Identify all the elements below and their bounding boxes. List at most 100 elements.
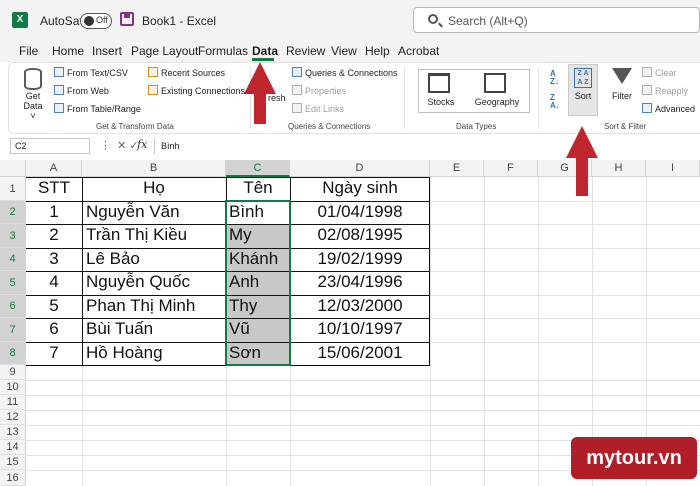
from-text-csv-button[interactable]: From Text/CSV xyxy=(54,67,128,78)
table-cell[interactable]: 23/04/1996 xyxy=(290,272,430,292)
recent-sources-button[interactable]: Recent Sources xyxy=(148,67,225,78)
table-cell[interactable]: 02/08/1995 xyxy=(290,225,430,245)
row-header-3[interactable]: 3 xyxy=(0,224,26,248)
table-cell[interactable]: Nguyễn Quốc xyxy=(86,272,226,292)
tab-file[interactable]: File xyxy=(19,44,38,58)
table-cell[interactable]: 6 xyxy=(26,319,82,339)
sort-a-z-icon[interactable]: A Z↓ xyxy=(550,70,559,86)
row-header-11[interactable]: 11 xyxy=(0,395,26,410)
row-header-6[interactable]: 6 xyxy=(0,295,26,318)
table-cell[interactable]: Phan Thị Minh xyxy=(86,296,226,316)
row-header-14[interactable]: 14 xyxy=(0,440,26,455)
table-cell[interactable]: 2 xyxy=(26,225,82,245)
sort-z-a-icon[interactable]: Z A↓ xyxy=(550,94,560,110)
geography-button[interactable]: Geography xyxy=(472,97,522,107)
row-header-10[interactable]: 10 xyxy=(0,380,26,395)
column-header-b[interactable]: B xyxy=(82,160,226,177)
table-cell[interactable]: 4 xyxy=(26,272,82,292)
row-header-2[interactable]: 2 xyxy=(0,201,26,224)
row-header-13[interactable]: 13 xyxy=(0,425,26,440)
table-cell[interactable]: 19/02/1999 xyxy=(290,249,430,269)
tab-formulas[interactable]: Formulas xyxy=(198,44,248,58)
stocks-button[interactable]: Stocks xyxy=(424,97,458,107)
row-header-12[interactable]: 12 xyxy=(0,410,26,425)
gridline xyxy=(26,395,700,396)
table-cell[interactable]: 01/04/1998 xyxy=(290,202,430,222)
column-header-d[interactable]: D xyxy=(290,160,430,177)
existing-connections-button[interactable]: Existing Connections xyxy=(148,85,245,96)
row-header-7[interactable]: 7 xyxy=(0,318,26,342)
table-cell[interactable]: 15/06/2001 xyxy=(290,343,430,363)
row-header-16[interactable]: 16 xyxy=(0,470,26,486)
tab-view[interactable]: View xyxy=(331,44,357,58)
queries-connections-button[interactable]: Queries & Connections xyxy=(292,67,398,78)
table-cell[interactable]: Hồ Hoàng xyxy=(86,343,226,363)
from-web-label: From Web xyxy=(67,86,109,96)
column-header-i[interactable]: I xyxy=(646,160,700,177)
text-csv-icon xyxy=(54,67,64,77)
header-cell-ten[interactable]: Tên xyxy=(226,178,290,201)
advanced-filter-button[interactable]: Advanced xyxy=(642,103,695,114)
table-cell[interactable]: Lê Bảo xyxy=(86,249,226,269)
insert-function-button[interactable]: fx xyxy=(137,138,147,151)
table-cell[interactable]: 12/03/2000 xyxy=(290,296,430,316)
get-data-button[interactable]: Get Data ˅ xyxy=(20,91,46,121)
tab-review[interactable]: Review xyxy=(286,44,325,58)
name-box[interactable]: C2 xyxy=(10,138,90,154)
tab-acrobat[interactable]: Acrobat xyxy=(398,44,439,58)
group-label-data-types: Data Types xyxy=(456,122,497,131)
properties-button[interactable]: Properties xyxy=(292,85,346,96)
row-header-15[interactable]: 15 xyxy=(0,455,26,470)
table-cell[interactable]: 5 xyxy=(26,296,82,316)
autosave-toggle[interactable]: Off xyxy=(80,13,112,29)
search-input[interactable]: Search (Alt+Q) xyxy=(413,7,700,33)
table-cell[interactable]: Nguyễn Văn xyxy=(86,202,226,222)
cancel-enter-icons[interactable]: ⋮ ✕ ✓ xyxy=(100,139,139,152)
title-bar: X AutoSave Off Book1 - Excel Search (Alt… xyxy=(0,0,700,40)
save-icon[interactable] xyxy=(120,12,134,26)
from-table-range-button[interactable]: From Table/Range xyxy=(54,103,141,114)
toggle-knob-icon xyxy=(84,16,94,26)
watermark-logo: mytour.vn xyxy=(571,437,697,479)
row-header-5[interactable]: 5 xyxy=(0,271,26,295)
table-border xyxy=(82,177,83,365)
table-cell[interactable]: Bùi Tuấn xyxy=(86,319,226,339)
arrow-up-icon xyxy=(244,62,276,94)
tab-home[interactable]: Home xyxy=(52,44,84,58)
column-header-h[interactable]: H xyxy=(592,160,646,177)
from-web-button[interactable]: From Web xyxy=(54,85,109,96)
tab-help[interactable]: Help xyxy=(365,44,390,58)
clear-filter-button[interactable]: Clear xyxy=(642,67,677,78)
row-header-1[interactable]: 1 xyxy=(0,177,26,201)
table-cell[interactable]: 7 xyxy=(26,343,82,363)
row-header-4[interactable]: 4 xyxy=(0,248,26,271)
row-header-9[interactable]: 9 xyxy=(0,365,26,380)
clear-filter-label: Clear xyxy=(655,68,677,78)
table-icon xyxy=(54,103,64,113)
tab-insert[interactable]: Insert xyxy=(92,44,122,58)
tab-page-layout[interactable]: Page Layout xyxy=(131,44,198,58)
table-cell[interactable]: Trần Thị Kiều xyxy=(86,225,226,245)
column-header-c[interactable]: C xyxy=(226,160,290,177)
refresh-all-button[interactable]: resh xyxy=(268,93,286,103)
filter-icon[interactable] xyxy=(612,68,632,84)
reapply-button[interactable]: Reapply xyxy=(642,85,688,96)
select-all-corner[interactable] xyxy=(0,160,26,177)
table-cell[interactable]: 1 xyxy=(26,202,82,222)
column-header-e[interactable]: E xyxy=(430,160,484,177)
group-label-sort-filter: Sort & Filter xyxy=(604,122,647,131)
gridline xyxy=(430,318,700,319)
formula-input[interactable]: Bình xyxy=(154,138,700,154)
gridline xyxy=(430,224,700,225)
table-cell[interactable]: 10/10/1997 xyxy=(290,319,430,339)
filter-button[interactable]: Filter xyxy=(608,91,636,101)
edit-links-button[interactable]: Edit Links xyxy=(292,103,344,114)
row-header-8[interactable]: 8 xyxy=(0,342,26,365)
column-header-f[interactable]: F xyxy=(484,160,538,177)
tab-data[interactable]: Data xyxy=(252,44,278,58)
header-cell-stt[interactable]: STT xyxy=(26,178,82,201)
table-cell[interactable]: 3 xyxy=(26,249,82,269)
header-cell-ngay-sinh[interactable]: Ngày sinh xyxy=(290,178,430,201)
header-cell-ho[interactable]: Họ xyxy=(82,178,226,201)
column-header-a[interactable]: A xyxy=(26,160,82,177)
